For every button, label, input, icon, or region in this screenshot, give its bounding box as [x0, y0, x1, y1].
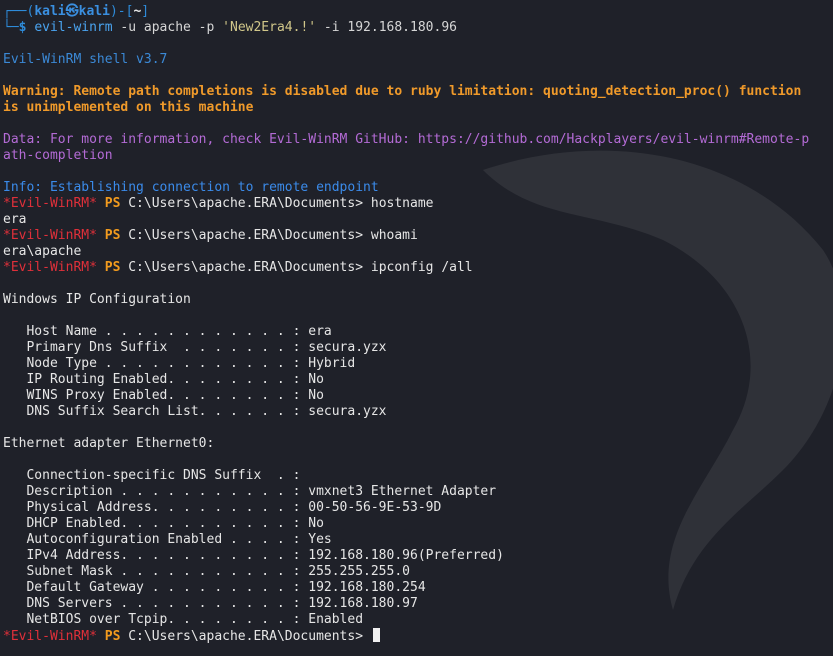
ipconfig-row: DNS Suffix Search List. . . . . . : secu…: [3, 404, 387, 419]
adapter-row: Default Gateway . . . . . . . . . : 192.…: [3, 580, 426, 595]
ps-command: hostname: [370, 196, 434, 211]
ps-label: PS: [96, 228, 129, 243]
command-name: evil-winrm: [34, 20, 113, 35]
ps-path: C:\Users\apache.ERA\Documents>: [128, 629, 371, 644]
prompt-dollar: $: [18, 20, 35, 35]
ipconfig-row: WINS Proxy Enabled. . . . . . . . : No: [3, 388, 324, 403]
data-line-1: Data: For more information, check Evil-W…: [3, 132, 810, 147]
ps-path: C:\Users\apache.ERA\Documents>: [128, 196, 371, 211]
adapter-row: Physical Address. . . . . . . . . : 00-5…: [3, 500, 442, 515]
command-password: 'New2Era4.!': [222, 20, 317, 35]
evil-winrm-label: *Evil-WinRM*: [3, 196, 97, 211]
warning-line-2: is unimplemented on this machine: [3, 100, 254, 115]
ps-command-line: *Evil-WinRM* PS C:\Users\apache.ERA\Docu…: [3, 228, 833, 244]
adapter-row: Description . . . . . . . . . . . : vmxn…: [3, 484, 497, 499]
terminal-window[interactable]: ┌──(kali㉿kali)-[~] └─$ evil-winrm -u apa…: [0, 0, 833, 656]
ps-command-line: *Evil-WinRM* PS C:\Users\apache.ERA\Docu…: [3, 196, 833, 212]
prompt-frame: ┌──(: [3, 4, 35, 19]
prompt-host: kali: [78, 4, 110, 19]
ps-command: ipconfig /all: [370, 260, 473, 275]
ps-label: PS: [96, 629, 129, 644]
adapter-row: IPv4 Address. . . . . . . . . . . : 192.…: [3, 548, 504, 563]
ipconfig-heading: Windows IP Configuration: [3, 292, 191, 307]
ps-label: PS: [96, 260, 129, 275]
prompt-at-symbol: ㉿: [65, 4, 79, 19]
command-args: -u apache -p: [112, 20, 223, 35]
command-output: era\apache: [3, 244, 82, 259]
prompt-user: kali: [34, 4, 66, 19]
text-cursor[interactable]: [372, 628, 380, 642]
ps-command: whoami: [370, 228, 418, 243]
ps-command-line: *Evil-WinRM* PS C:\Users\apache.ERA\Docu…: [3, 260, 833, 276]
evil-winrm-label: *Evil-WinRM*: [3, 228, 97, 243]
adapter-row: Connection-specific DNS Suffix . :: [3, 468, 301, 483]
prompt-frame-mid: )-[: [109, 4, 134, 19]
adapter-row: Subnet Mask . . . . . . . . . . . : 255.…: [3, 564, 410, 579]
ps-input-line[interactable]: *Evil-WinRM* PS C:\Users\apache.ERA\Docu…: [3, 628, 833, 644]
adapter-heading: Ethernet adapter Ethernet0:: [3, 436, 215, 451]
adapter-row: NetBIOS over Tcpip. . . . . . . . : Enab…: [3, 612, 364, 627]
command-output: era: [3, 212, 27, 227]
evil-winrm-label: *Evil-WinRM*: [3, 629, 97, 644]
data-line-2: ath-completion: [3, 148, 113, 163]
ipconfig-row: IP Routing Enabled. . . . . . . . : No: [3, 372, 324, 387]
ipconfig-row: Host Name . . . . . . . . . . . . : era: [3, 324, 332, 339]
evil-winrm-label: *Evil-WinRM*: [3, 260, 97, 275]
ps-label: PS: [96, 196, 129, 211]
warning-line-1: Warning: Remote path completions is disa…: [3, 84, 802, 99]
shell-version-banner: Evil-WinRM shell v3.7: [3, 52, 168, 67]
ps-path: C:\Users\apache.ERA\Documents>: [128, 228, 371, 243]
adapter-row: DNS Servers . . . . . . . . . . . : 192.…: [3, 596, 418, 611]
prompt-frame-bottom: └─: [3, 20, 19, 35]
ps-path: C:\Users\apache.ERA\Documents>: [128, 260, 371, 275]
ipconfig-row: Node Type . . . . . . . . . . . . : Hybr…: [3, 356, 356, 371]
prompt-frame-end: ]: [141, 4, 150, 19]
shell-command-line: └─$ evil-winrm -u apache -p 'New2Era4.!'…: [3, 20, 833, 36]
command-args-ip: -i 192.168.180.96: [316, 20, 457, 35]
adapter-row: Autoconfiguration Enabled . . . . : Yes: [3, 532, 332, 547]
info-line: Info: Establishing connection to remote …: [3, 180, 379, 195]
shell-prompt-header: ┌──(kali㉿kali)-[~]: [3, 4, 833, 20]
ipconfig-row: Primary Dns Suffix . . . . . . . : secur…: [3, 340, 387, 355]
adapter-row: DHCP Enabled. . . . . . . . . . . : No: [3, 516, 324, 531]
